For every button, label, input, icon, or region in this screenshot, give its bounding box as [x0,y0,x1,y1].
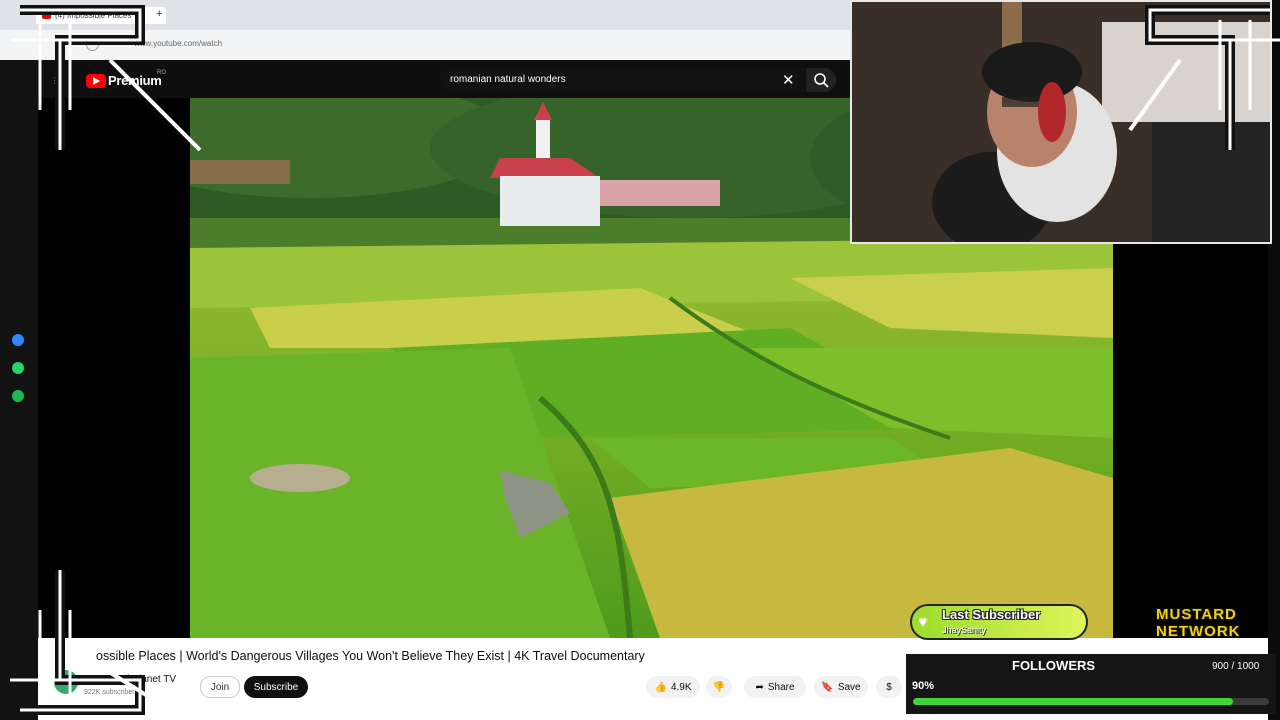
overlay-corner-top-right [1128,5,1280,150]
save-button[interactable]: 🔖 Save [814,676,868,698]
heart-icon: ♥ [918,614,928,631]
messenger-icon[interactable] [12,334,24,346]
thanks-button[interactable]: $ [876,676,902,698]
share-icon: ➦ [755,681,764,693]
search-button[interactable] [806,68,836,92]
followers-count: 900 / 1000 [1212,661,1260,672]
subscribe-button[interactable]: Subscribe [244,676,308,698]
brand-line-1: MUSTARD [1156,606,1237,623]
followers-progress-fill [913,698,1234,705]
join-button[interactable]: Join [200,676,240,698]
thumbs-down-icon: 👎 [712,681,726,693]
overlay-corner-top-left [10,5,202,152]
search-input[interactable]: romanian natural wonders [450,74,566,85]
followers-label: FOLLOWERS [1012,658,1096,673]
share-button[interactable]: ➦ Share [744,676,806,698]
last-subscriber-label: Last Subscriber [942,607,1041,622]
save-label: Save [837,681,861,693]
followers-percent: 90% [912,680,935,692]
last-subscriber-name: JhaySanity [942,625,987,635]
search-icon [814,73,829,88]
spotify-icon[interactable] [12,390,24,402]
bookmark-icon: 🔖 [821,681,834,693]
clear-search-icon[interactable]: ✕ [782,71,795,89]
overlay-corner-bottom-left [10,570,172,715]
like-count: 4.9K [670,681,692,693]
like-button[interactable]: 👍 4.9K [646,676,700,698]
whatsapp-icon[interactable] [12,362,24,374]
share-label: Share [767,681,795,693]
thumbs-up-icon: 👍 [654,681,667,693]
mustard-network-logo: MUSTARD NETWORK [1156,606,1272,644]
dislike-button[interactable]: 👎 [706,676,732,698]
brand-line-2: NETWORK [1156,623,1241,640]
thanks-icon: $ [886,681,892,693]
